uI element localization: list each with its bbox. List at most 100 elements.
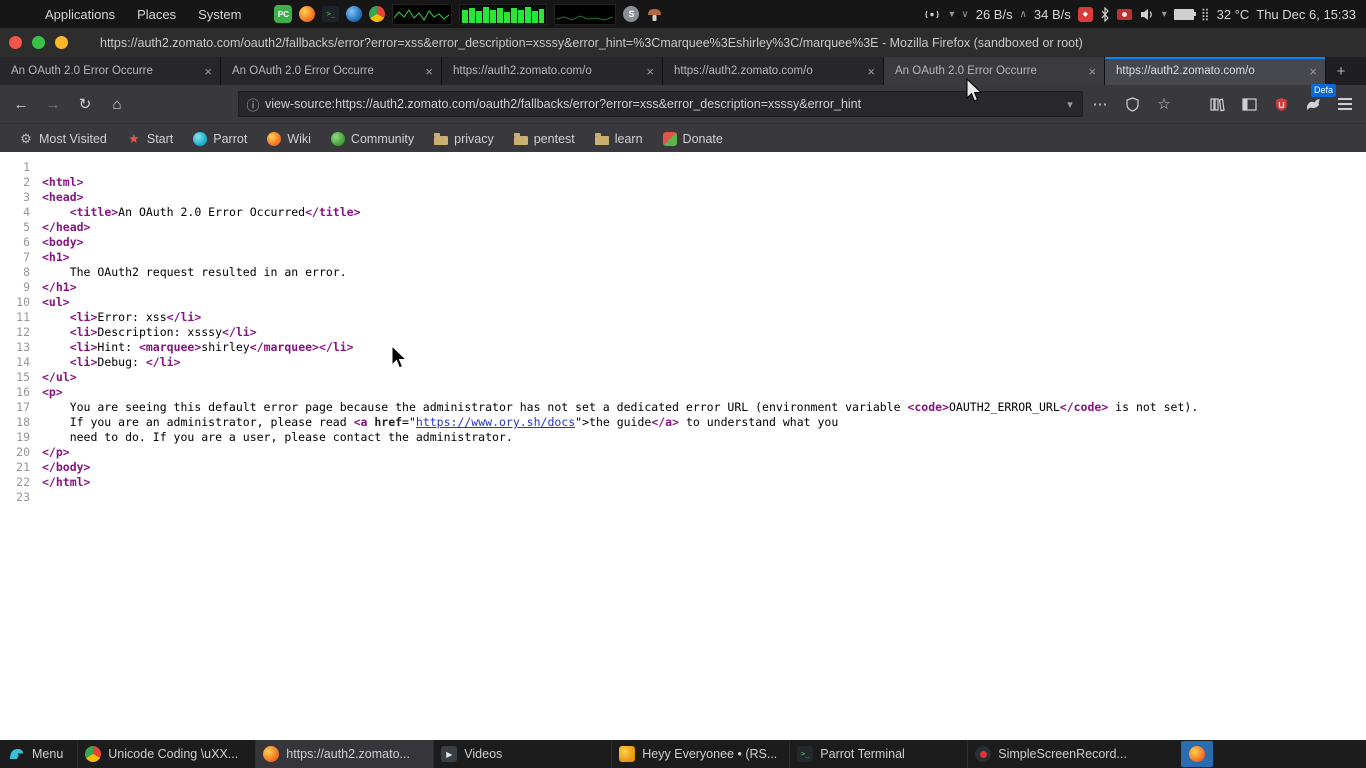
home-button[interactable]: ⌂ (102, 89, 132, 119)
tab[interactable]: https://auth2.zomato.com/o × (442, 57, 663, 85)
network-caret-icon[interactable]: ▾ (949, 9, 954, 20)
bookmark-learn[interactable]: learn (586, 128, 652, 150)
taskbar-window-label: SimpleScreenRecord... (998, 747, 1127, 761)
line-code: <p> (42, 385, 63, 400)
line-code: </h1> (42, 280, 77, 295)
reload-button[interactable]: ↻ (70, 89, 100, 119)
line-number: 11 (16, 310, 30, 324)
source-line: 9 </h1> (0, 280, 1366, 295)
tab-close-icon[interactable]: × (867, 65, 875, 78)
blue-app-tray-icon[interactable] (346, 6, 363, 22)
firefox-icon (267, 131, 282, 146)
taskbar-window-button[interactable]: Unicode Coding \uXX... (77, 740, 255, 768)
url-dropdown-icon[interactable]: ▾ (1060, 98, 1080, 111)
tab-close-icon[interactable]: × (1309, 65, 1317, 78)
source-line: 8 The OAuth2 request resulted in an erro… (0, 265, 1366, 280)
menu-system[interactable]: System (187, 7, 252, 22)
clock[interactable]: Thu Dec 6, 15:33 (1256, 7, 1356, 22)
line-number: 1 (23, 160, 30, 174)
status-caret-icon[interactable]: ▾ (1162, 9, 1167, 20)
url-text[interactable]: view-source:https://auth2.zomato.com/oau… (265, 97, 1060, 111)
url-bar[interactable]: ⓘ view-source:https://auth2.zomato.com/o… (238, 91, 1083, 117)
source-token: </li> (318, 340, 354, 354)
s-app-tray-icon[interactable]: S (623, 6, 640, 22)
library-button[interactable] (1202, 89, 1232, 119)
start-menu-button[interactable]: Menu (0, 740, 77, 768)
battery-icon[interactable] (1173, 8, 1196, 20)
tab-title: https://auth2.zomato.com/o (674, 65, 813, 77)
window-minimize-button[interactable] (55, 36, 68, 49)
profile-dove-button[interactable]: Defa (1298, 84, 1336, 119)
taskbar-window-button[interactable]: ▶ Videos (433, 740, 611, 768)
window-maximize-button[interactable] (32, 36, 45, 49)
bookmark-most-visited[interactable]: ⚙ Most Visited (10, 128, 116, 150)
source-token: </title> (305, 205, 361, 219)
source-line: 13 <li>Hint: <marquee>shirley</marquee><… (0, 340, 1366, 355)
firefox-quicklaunch-button[interactable] (1181, 741, 1214, 767)
taskbar-window-label: Heyy Everyonee • (RS... (642, 747, 778, 761)
taskbar-window-button[interactable]: Heyy Everyonee • (RS... (611, 740, 789, 768)
line-code: <title>An OAuth 2.0 Error Occurred</titl… (42, 205, 361, 220)
chrome-tray-icon[interactable] (369, 6, 386, 22)
red-sync-icon[interactable]: ◆ (1077, 6, 1093, 22)
mushroom-tray-icon[interactable] (646, 6, 662, 22)
network-icon[interactable] (922, 5, 942, 23)
bluetooth-icon[interactable] (1100, 5, 1110, 23)
camera-icon[interactable] (1116, 8, 1132, 20)
ublock-icon[interactable] (1266, 89, 1296, 119)
bookmark-community[interactable]: Community (322, 128, 423, 150)
bookmark-label: Wiki (287, 131, 311, 146)
tab-close-icon[interactable]: × (425, 65, 433, 78)
source-token (42, 355, 70, 369)
tab-close-icon[interactable]: × (646, 65, 654, 78)
menu-applications[interactable]: Applications (34, 7, 126, 22)
bookmark-privacy[interactable]: privacy (425, 128, 503, 150)
source-link[interactable]: https://www.ory.sh/docs (416, 415, 575, 429)
shield-icon[interactable] (1117, 89, 1147, 119)
parrot-icon (193, 131, 208, 146)
firefox-tray-icon[interactable] (299, 6, 316, 22)
bookmark-wiki[interactable]: Wiki (258, 128, 320, 150)
menu-places[interactable]: Places (126, 7, 187, 22)
line-number: 9 (23, 280, 30, 294)
sidebar-toggle-button[interactable] (1234, 89, 1264, 119)
page-actions-button[interactable]: ⋯ (1085, 89, 1115, 119)
source-token: =" (402, 415, 416, 429)
source-token (42, 325, 70, 339)
taskbar-window-button[interactable]: SimpleScreenRecord... (967, 740, 1145, 768)
tab[interactable]: https://auth2.zomato.com/o × (1105, 57, 1326, 85)
source-token: OAUTH2_ERROR_URL (949, 400, 1060, 414)
source-token: If you are an administrator, please read (42, 415, 354, 429)
line-code: <head> (42, 190, 84, 205)
tab[interactable]: An OAuth 2.0 Error Occurre × (0, 57, 221, 85)
forward-button[interactable]: → (38, 89, 68, 119)
line-code: <li>Error: xss</li> (42, 310, 202, 325)
line-code: </html> (42, 475, 90, 490)
tab[interactable]: https://auth2.zomato.com/o × (663, 57, 884, 85)
system-meter-icon[interactable] (459, 3, 548, 25)
new-tab-button[interactable]: + (1326, 57, 1356, 85)
bookmark-pentest[interactable]: pentest (505, 128, 584, 150)
taskbar-window-button[interactable]: >_ Parrot Terminal (789, 740, 967, 768)
back-button[interactable]: ← (6, 89, 36, 119)
system-status: ▾ ∨ 26 B/s ∧ 34 B/s ◆ ▾ ⣿ 32 °C Thu Dec … (922, 5, 1366, 23)
page-info-icon[interactable]: ⓘ (241, 95, 265, 114)
tab-close-icon[interactable]: × (1088, 65, 1096, 78)
bookmark-donate[interactable]: Donate (654, 128, 732, 150)
bookmark-parrot[interactable]: Parrot (184, 128, 256, 150)
terminal-tray-icon[interactable]: >_ (322, 6, 340, 22)
source-line: 3 <head> (0, 190, 1366, 205)
spectrum-analyzer-icon[interactable] (554, 3, 617, 25)
taskbar-window-button[interactable]: https://auth2.zomato... (255, 740, 434, 768)
audio-visualizer-icon[interactable] (392, 3, 453, 25)
tab-close-icon[interactable]: × (204, 65, 212, 78)
tab[interactable]: An OAuth 2.0 Error Occurre × (884, 57, 1105, 85)
pc-manager-icon[interactable]: PC (274, 5, 293, 23)
bookmark-start[interactable]: ★ Start (118, 128, 182, 150)
bookmark-star-button[interactable]: ☆ (1149, 89, 1179, 119)
line-number: 16 (16, 385, 30, 399)
window-close-button[interactable] (9, 36, 22, 49)
source-token: </html> (42, 475, 91, 489)
tab[interactable]: An OAuth 2.0 Error Occurre × (221, 57, 442, 85)
volume-icon[interactable] (1139, 5, 1155, 23)
